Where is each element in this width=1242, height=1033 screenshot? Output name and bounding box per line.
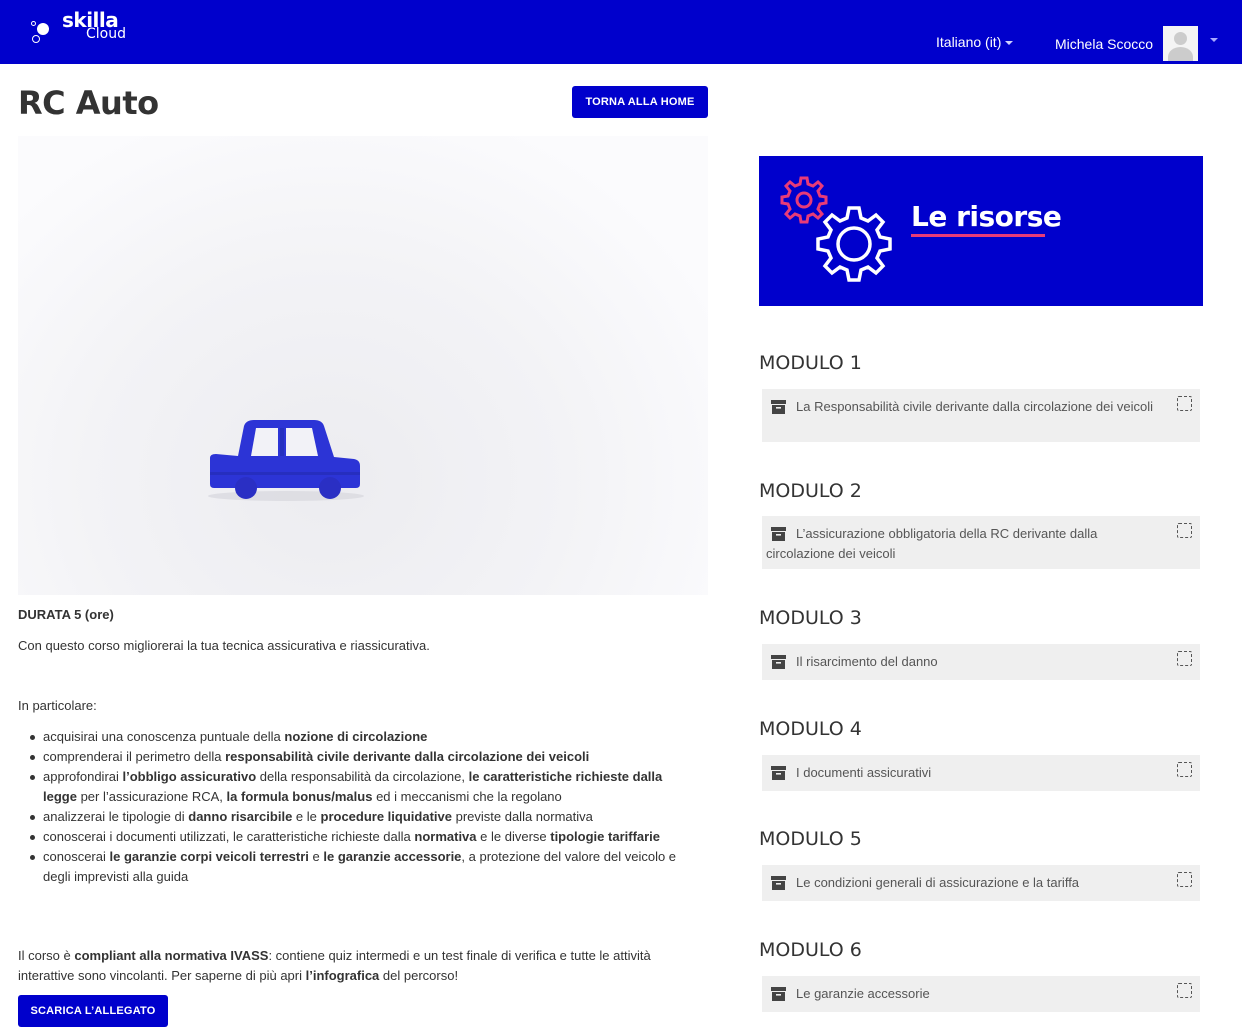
activity-title[interactable]: L’assicurazione obbligatoria della RC de… [766,524,1166,564]
bold-text: la formula bonus/malus [226,789,373,804]
module-heading: MODULO 5 [759,828,862,850]
bold-text: l’obbligo assicurativo [122,769,257,784]
top-navbar: skilla Cloud Italiano (it) Michela Scocc… [0,0,1242,64]
language-label: Italiano (it) [936,34,1002,50]
text: e [308,849,324,864]
banner-underline [911,234,1045,237]
text: comprenderai il perimetro della [43,749,226,764]
completion-checkbox-icon[interactable] [1177,762,1192,777]
module-activity-item[interactable]: Le garanzie accessorie [762,976,1200,1012]
text: conoscerai [43,849,110,864]
avatar[interactable] [1163,26,1198,61]
user-menu-chevron-icon[interactable] [1210,38,1218,42]
logo-dots-icon [28,14,58,46]
completion-checkbox-icon[interactable] [1177,651,1192,666]
bold-text: nozione di circolazione [284,729,428,744]
course-intro: Con questo corso migliorerai la tua tecn… [18,638,430,653]
course-duration: DURATA 5 (ore) [18,607,114,622]
text: conoscerai i documenti utilizzati, le ca… [43,829,415,844]
text: della responsabilità da circolazione, [256,769,469,784]
text: ed i meccanismi che la regolano [372,789,562,804]
chevron-down-icon [1005,41,1014,46]
module-heading: MODULO 2 [759,480,862,502]
module-heading: MODULO 6 [759,939,862,961]
completion-checkbox-icon[interactable] [1177,872,1192,887]
completion-checkbox-icon[interactable] [1177,396,1192,411]
bold-text: tipologie tariffarie [550,829,661,844]
bold-text: procedure liquidative [320,809,452,824]
page-title: RC Auto [18,84,159,122]
objective-list-item: conoscerai i documenti utilizzati, le ca… [18,827,698,847]
bold-text: normativa [414,829,477,844]
bold-text: danno risarcibile [188,809,293,824]
bold-text: le garanzie accessorie [323,849,462,864]
module-activity-item[interactable]: Il risarcimento del danno [762,644,1200,680]
module-activity-item[interactable]: Le condizioni generali di assicurazione … [762,865,1200,901]
module-activity-item[interactable]: La Responsabilità civile derivante dalla… [762,389,1200,442]
objective-list-item: acquisirai una conoscenza puntuale della… [18,727,698,747]
text: del percorso! [379,968,459,983]
logo-brand-subtext: Cloud [86,26,126,42]
user-name[interactable]: Michela Scocco [1055,36,1153,52]
activity-title[interactable]: La Responsabilità civile derivante dalla… [766,397,1166,417]
compliance-note: Il corso è compliant alla normativa IVAS… [18,946,698,986]
module-heading: MODULO 4 [759,718,862,740]
activity-title[interactable]: Le garanzie accessorie [766,984,1166,1004]
module-heading: MODULO 3 [759,607,862,629]
bold-text: compliant alla normativa IVASS [74,948,269,963]
text: Il corso è [18,948,75,963]
text: e le diverse [476,829,551,844]
details-intro: In particolare: [18,698,97,713]
objective-list-item: conoscerai le garanzie corpi veicoli ter… [18,847,698,887]
back-home-button[interactable]: TORNA ALLA HOME [572,86,708,118]
text: approfondirai [43,769,123,784]
text: analizzerai le tipologie di [43,809,189,824]
activity-title[interactable]: Il risarcimento del danno [766,652,1166,672]
text: previste dalla normativa [451,809,593,824]
objective-list-item: analizzerai le tipologie di danno risarc… [18,807,698,827]
objectives-list: acquisirai una conoscenza puntuale della… [18,727,698,887]
download-attachment-button[interactable]: SCARICA L’ALLEGATO [18,995,168,1027]
gears-icon [780,176,892,282]
bold-text: le garanzie corpi veicoli terrestri [109,849,309,864]
module-activity-item[interactable]: I documenti assicurativi [762,755,1200,791]
course-hero-image [18,136,708,595]
bold-text[interactable]: l’infografica [306,968,380,983]
activity-title[interactable]: I documenti assicurativi [766,763,1166,783]
completion-checkbox-icon[interactable] [1177,523,1192,538]
language-selector[interactable]: Italiano (it) [936,34,1014,50]
objective-list-item: approfondirai l’obbligo assicurativo del… [18,767,698,807]
completion-checkbox-icon[interactable] [1177,983,1192,998]
text: e le [292,809,321,824]
text: per l’assicurazione RCA, [76,789,227,804]
resources-banner: Le risorse [759,156,1203,306]
module-activity-item[interactable]: L’assicurazione obbligatoria della RC de… [762,516,1200,569]
skilla-cloud-logo[interactable]: skilla Cloud [28,8,138,50]
text: acquisirai una conoscenza puntuale della [43,729,285,744]
resources-banner-title: Le risorse [911,200,1062,233]
objective-list-item: comprenderai il perimetro della responsa… [18,747,698,767]
toy-car-illustration [208,420,364,501]
module-heading: MODULO 1 [759,352,862,374]
activity-title[interactable]: Le condizioni generali di assicurazione … [766,873,1166,893]
bold-text: responsabilità civile derivante dalla ci… [225,749,590,764]
